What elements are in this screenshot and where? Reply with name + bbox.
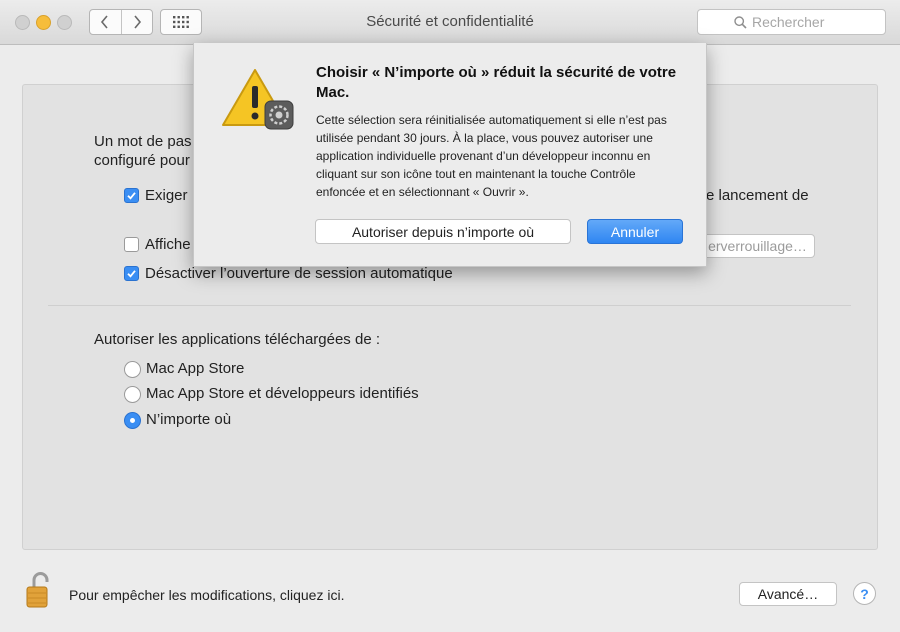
back-button[interactable] (90, 10, 121, 34)
cancel-button[interactable]: Annuler (587, 219, 683, 244)
password-text-line2: configuré pour (94, 152, 190, 169)
disable-autologin-checkbox[interactable] (124, 266, 139, 281)
advanced-button[interactable]: Avancé… (739, 582, 837, 606)
show-all-button[interactable] (160, 9, 202, 35)
title-bar: Sécurité et confidentialité (0, 0, 900, 45)
forward-button[interactable] (120, 10, 153, 34)
checkmark-icon (127, 192, 136, 200)
radio-label-mac-app-store: Mac App Store (146, 360, 245, 377)
disable-autologin-label: Désactiver l’ouverture de session automa… (145, 265, 453, 282)
require-password-checkbox[interactable] (124, 188, 139, 203)
show-message-label: Affiche (145, 236, 191, 253)
show-message-checkbox[interactable] (124, 237, 139, 252)
chevron-right-icon (134, 15, 141, 29)
section-divider (48, 305, 851, 306)
alert-title: Choisir « N’importe où » réduit la sécur… (316, 64, 677, 101)
help-button[interactable]: ? (853, 582, 876, 605)
close-button[interactable] (15, 15, 30, 30)
radio-label-identified-developers: Mac App Store et développeurs identifiés (146, 385, 419, 402)
lock-message-button[interactable]: erverrouillage… (700, 234, 815, 258)
radio-label-anywhere: N’importe où (146, 411, 232, 428)
chevron-left-icon (101, 15, 108, 29)
search-field[interactable] (697, 9, 886, 35)
alert-message: Cette sélection sera réinitialisée autom… (316, 113, 667, 199)
lock-message: Pour empêcher les modifications, cliquez… (69, 587, 345, 603)
checkmark-icon (127, 270, 136, 278)
search-input[interactable] (752, 14, 872, 30)
grid-icon (173, 16, 189, 28)
alert-sheet: Choisir « N’importe où » réduit la sécur… (193, 43, 707, 267)
radio-identified-developers[interactable] (124, 386, 141, 403)
minimize-button[interactable] (36, 15, 51, 30)
navigation-buttons (89, 9, 153, 35)
require-password-label: Exiger (145, 187, 188, 204)
search-icon (734, 15, 747, 29)
radio-anywhere[interactable] (124, 412, 141, 429)
allow-anywhere-button[interactable]: Autoriser depuis n’importe où (315, 219, 571, 244)
warning-icon (222, 69, 294, 130)
zoom-button[interactable] (57, 15, 72, 30)
radio-mac-app-store[interactable] (124, 361, 141, 378)
window-title: Sécurité et confidentialité (366, 13, 534, 30)
downloads-heading: Autoriser les applications téléchargées … (94, 331, 380, 348)
lock-icon[interactable] (24, 571, 56, 609)
launch-text-fragment: e lancement de (706, 187, 809, 204)
password-text-line1: Un mot de pas (94, 133, 192, 150)
